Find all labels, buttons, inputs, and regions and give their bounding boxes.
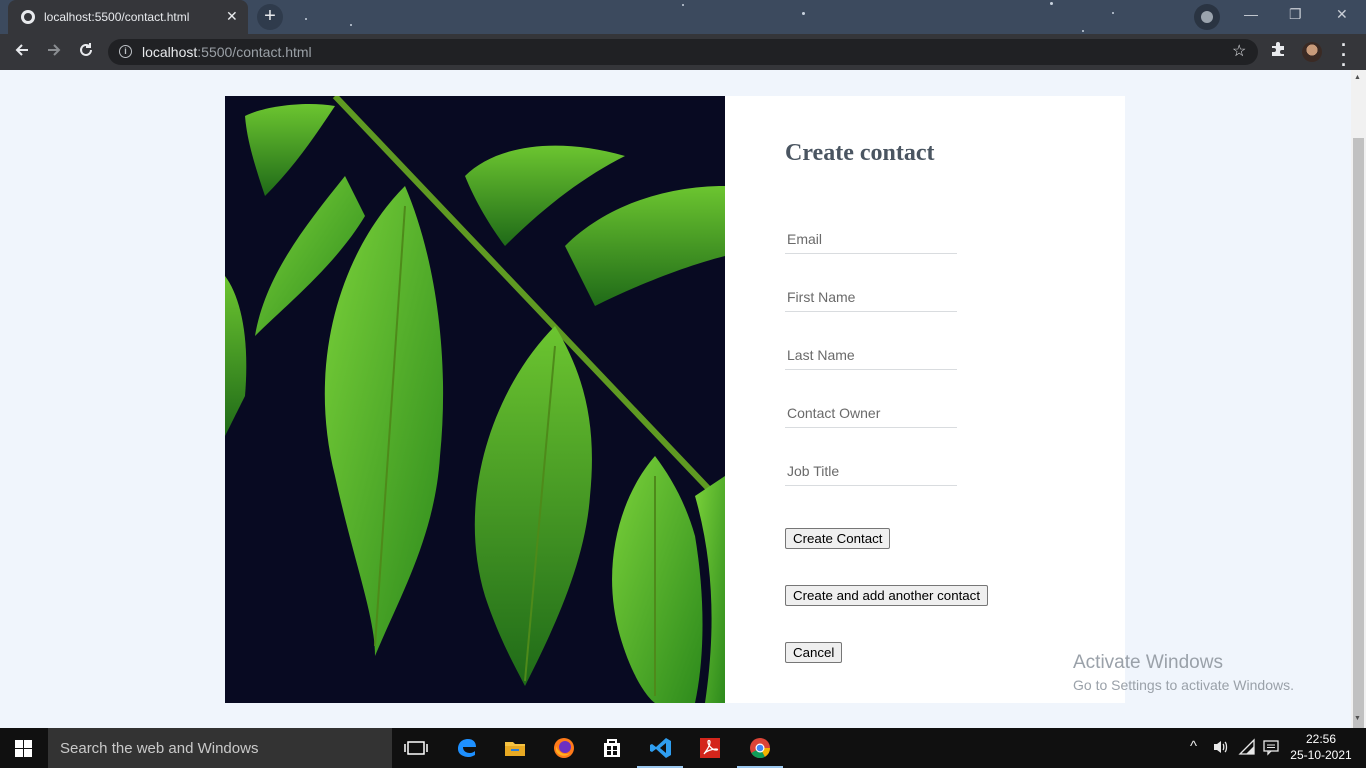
browser-titlebar: localhost:5500/contact.html ✕ + — ❐ ✕ <box>0 0 1366 34</box>
tab-search-icon[interactable] <box>1194 4 1220 30</box>
windows-start-icon[interactable] <box>15 740 33 757</box>
acrobat-icon[interactable] <box>698 736 722 760</box>
background-star <box>350 24 352 26</box>
vertical-scrollbar[interactable]: ▲ ▼ <box>1351 70 1366 728</box>
edge-icon[interactable] <box>455 736 479 760</box>
profile-avatar[interactable] <box>1302 42 1322 62</box>
search-placeholder: Search the web and Windows <box>60 740 259 757</box>
last-name-field[interactable] <box>785 340 957 370</box>
tab-close-icon[interactable]: ✕ <box>226 8 238 24</box>
bookmark-star-icon[interactable]: ☆ <box>1232 41 1246 61</box>
clock-date: 25-10-2021 <box>1290 748 1352 762</box>
scroll-down-icon[interactable]: ▼ <box>1354 715 1361 722</box>
firefox-icon[interactable] <box>552 736 576 760</box>
minimize-button[interactable]: — <box>1244 6 1258 22</box>
new-tab-button[interactable]: + <box>257 4 283 30</box>
contact-card: Create contact Create Contact Create and… <box>225 96 1125 703</box>
volume-icon[interactable] <box>1212 738 1230 760</box>
cancel-button[interactable]: Cancel <box>785 642 843 663</box>
vscode-icon[interactable] <box>649 736 673 760</box>
url-text: localhost:5500/contact.html <box>142 44 312 60</box>
background-star <box>802 12 805 15</box>
background-star <box>1082 30 1084 32</box>
reload-icon[interactable] <box>74 40 98 64</box>
tab-title: localhost:5500/contact.html <box>44 10 190 24</box>
wifi-icon[interactable] <box>1238 738 1256 760</box>
watermark-title: Activate Windows <box>1073 652 1223 673</box>
windows-taskbar: Search the web and Windows ^ 22:56 25-10… <box>0 728 1366 768</box>
url-host: localhost <box>142 44 198 60</box>
show-hidden-icons-icon[interactable]: ^ <box>1190 738 1197 755</box>
task-view-icon[interactable] <box>404 736 428 760</box>
fern-image <box>225 96 725 703</box>
restore-button[interactable]: ❐ <box>1289 6 1302 23</box>
globe-icon <box>21 10 35 24</box>
create-another-contact-button[interactable]: Create and add another contact <box>785 585 989 606</box>
background-star <box>305 18 307 20</box>
create-contact-button[interactable]: Create Contact <box>785 528 891 549</box>
clock-time: 22:56 <box>1305 732 1337 746</box>
first-name-field[interactable] <box>785 282 957 312</box>
background-star <box>1112 12 1114 14</box>
url-path: :5500/contact.html <box>197 44 312 60</box>
more-menu-icon[interactable]: · · · <box>1340 36 1348 74</box>
notifications-icon[interactable] <box>1262 738 1280 760</box>
address-bar[interactable]: i localhost:5500/contact.html ☆ <box>108 39 1258 65</box>
background-star <box>1050 2 1053 5</box>
create-contact-form: Create contact Create Contact Create and… <box>785 96 1125 703</box>
job-title-field[interactable] <box>785 456 957 486</box>
scroll-up-icon[interactable]: ▲ <box>1354 74 1361 81</box>
browser-tab-active[interactable]: localhost:5500/contact.html ✕ <box>8 0 248 34</box>
taskbar-clock[interactable]: 22:56 25-10-2021 <box>1286 731 1356 763</box>
chrome-icon[interactable] <box>748 736 772 760</box>
back-arrow-icon[interactable] <box>10 40 34 64</box>
watermark-subtitle: Go to Settings to activate Windows. <box>1073 677 1294 693</box>
email-field[interactable] <box>785 224 957 254</box>
activate-windows-watermark: Activate Windows Go to Settings to activ… <box>1073 652 1294 693</box>
taskbar-search-box[interactable]: Search the web and Windows <box>48 728 392 768</box>
contact-owner-field[interactable] <box>785 398 957 428</box>
page-title: Create contact <box>785 140 935 166</box>
close-window-button[interactable]: ✕ <box>1336 6 1348 23</box>
browser-toolbar: i localhost:5500/contact.html ☆ · · · <box>0 34 1366 74</box>
file-explorer-icon[interactable] <box>503 736 527 760</box>
extensions-puzzle-icon[interactable] <box>1270 41 1286 62</box>
background-star <box>682 4 684 6</box>
scrollbar-thumb[interactable] <box>1353 138 1364 728</box>
store-icon[interactable] <box>600 736 624 760</box>
fern-illustration <box>225 96 725 703</box>
forward-arrow-icon[interactable] <box>42 40 66 64</box>
info-icon[interactable]: i <box>119 45 132 58</box>
